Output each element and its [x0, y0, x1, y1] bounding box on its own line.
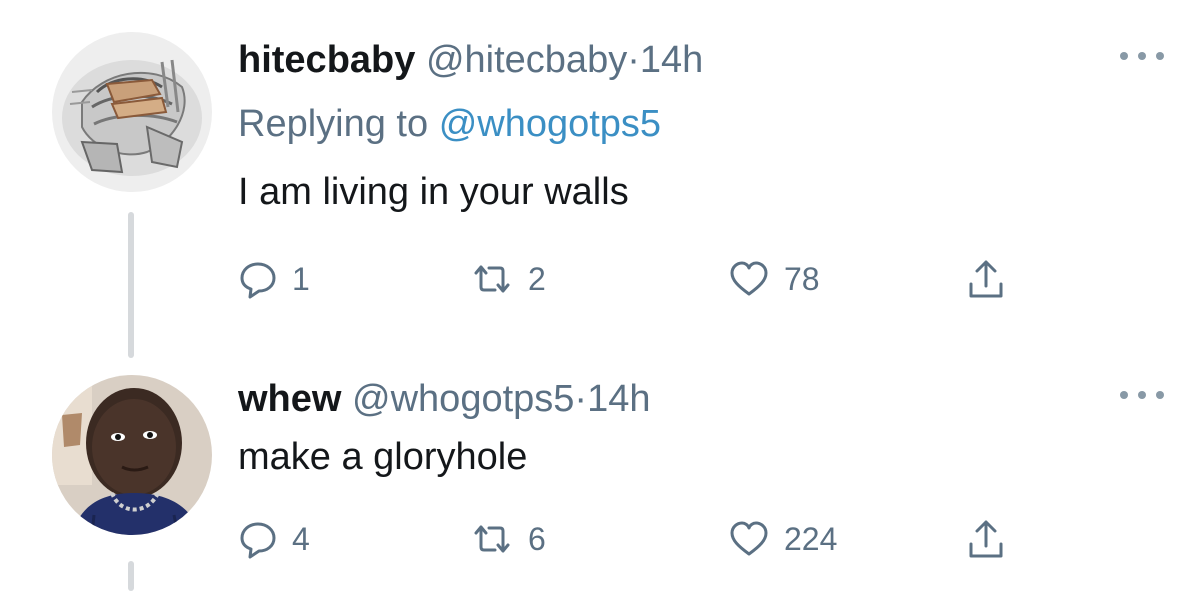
tweet-actions: 4 6 224 [238, 515, 1038, 563]
tweet-content: whew @whogotps5·14h make a gloryhole [238, 375, 1170, 481]
retweet-count: 6 [528, 520, 546, 557]
more-dots-icon [1138, 52, 1146, 60]
more-dots-icon [1156, 52, 1164, 60]
speech-bubble-icon [240, 262, 276, 299]
reply-button[interactable]: 4 [238, 515, 310, 563]
thread-line [128, 561, 134, 591]
heart-icon [730, 261, 768, 296]
tweet-text: I am living in your walls [238, 171, 629, 213]
tweet-header: whew @whogotps5·14h [238, 375, 1170, 423]
speech-bubble-icon [240, 522, 276, 559]
person-avatar-icon [52, 375, 212, 535]
tweet-header: hitecbaby @hitecbaby·14h [238, 36, 1170, 84]
avatar[interactable] [52, 32, 212, 192]
tweet[interactable]: hitecbaby @hitecbaby·14h Replying to @wh… [0, 0, 1200, 358]
tweet-actions: 1 2 78 [238, 255, 1038, 303]
separator-dot: · [627, 39, 640, 81]
more-dots-icon [1156, 391, 1164, 399]
share-upload-icon [969, 520, 1003, 558]
more-options-button[interactable] [1120, 387, 1164, 403]
reply-count: 4 [292, 520, 310, 557]
heart-icon [730, 521, 768, 556]
more-dots-icon [1120, 52, 1128, 60]
reply-count: 1 [292, 260, 310, 297]
retweet-button[interactable]: 6 [470, 515, 546, 563]
display-name[interactable]: whew [238, 378, 341, 420]
more-options-button[interactable] [1120, 48, 1164, 64]
separator-dot: · [574, 378, 588, 420]
replying-to-line: Replying to @whogotps5 [238, 100, 1170, 148]
share-button[interactable] [966, 255, 1006, 303]
replying-mention-link[interactable]: @whogotps5 [439, 103, 661, 145]
thread-line [128, 212, 134, 358]
share-button[interactable] [966, 515, 1006, 563]
tweet[interactable]: whew @whogotps5·14h make a gloryhole 4 6 [0, 355, 1200, 591]
display-name[interactable]: hitecbaby [238, 39, 415, 81]
avatar[interactable] [52, 375, 212, 535]
like-button[interactable]: 224 [728, 515, 837, 563]
more-dots-icon [1120, 391, 1128, 399]
handle[interactable]: @hitecbaby [426, 39, 627, 81]
retweet-arrows-icon [474, 265, 510, 293]
timestamp[interactable]: 14h [640, 39, 703, 81]
retweet-count: 2 [528, 260, 546, 297]
replying-prefix: Replying to [238, 103, 429, 145]
tweet-content: hitecbaby @hitecbaby·14h Replying to @wh… [238, 36, 1170, 216]
handle[interactable]: @whogotps5 [352, 378, 574, 420]
like-button[interactable]: 78 [728, 255, 820, 303]
share-upload-icon [969, 260, 1003, 298]
tweet-text: make a gloryhole [238, 436, 528, 478]
mechanical-figure-avatar-icon [52, 32, 212, 192]
more-dots-icon [1138, 391, 1146, 399]
timestamp[interactable]: 14h [587, 378, 650, 420]
retweet-button[interactable]: 2 [470, 255, 546, 303]
retweet-arrows-icon [474, 525, 510, 553]
reply-button[interactable]: 1 [238, 255, 310, 303]
like-count: 78 [784, 260, 820, 297]
like-count: 224 [784, 520, 838, 557]
